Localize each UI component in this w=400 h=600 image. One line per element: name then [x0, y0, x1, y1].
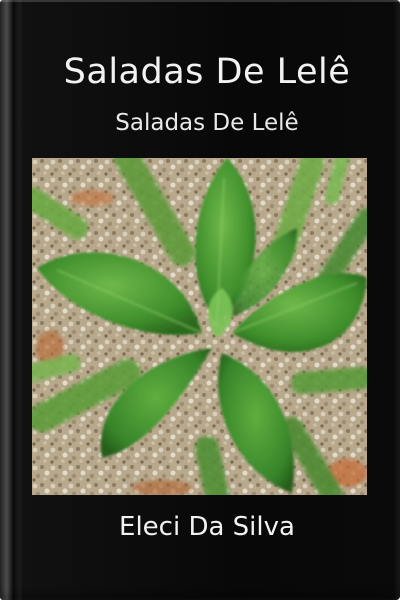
cover-edge-highlight	[0, 0, 400, 2]
basil-plant-illustration	[32, 158, 367, 495]
book-subtitle: Saladas De Lelê	[115, 110, 299, 136]
book-cover: Saladas De Lelê Saladas De Lelê Eleci Da…	[0, 0, 400, 600]
book-title: Saladas De Lelê	[63, 52, 351, 92]
book-spine	[0, 0, 24, 600]
book-author: Eleci Da Silva	[119, 512, 295, 542]
cover-photo	[32, 158, 367, 495]
